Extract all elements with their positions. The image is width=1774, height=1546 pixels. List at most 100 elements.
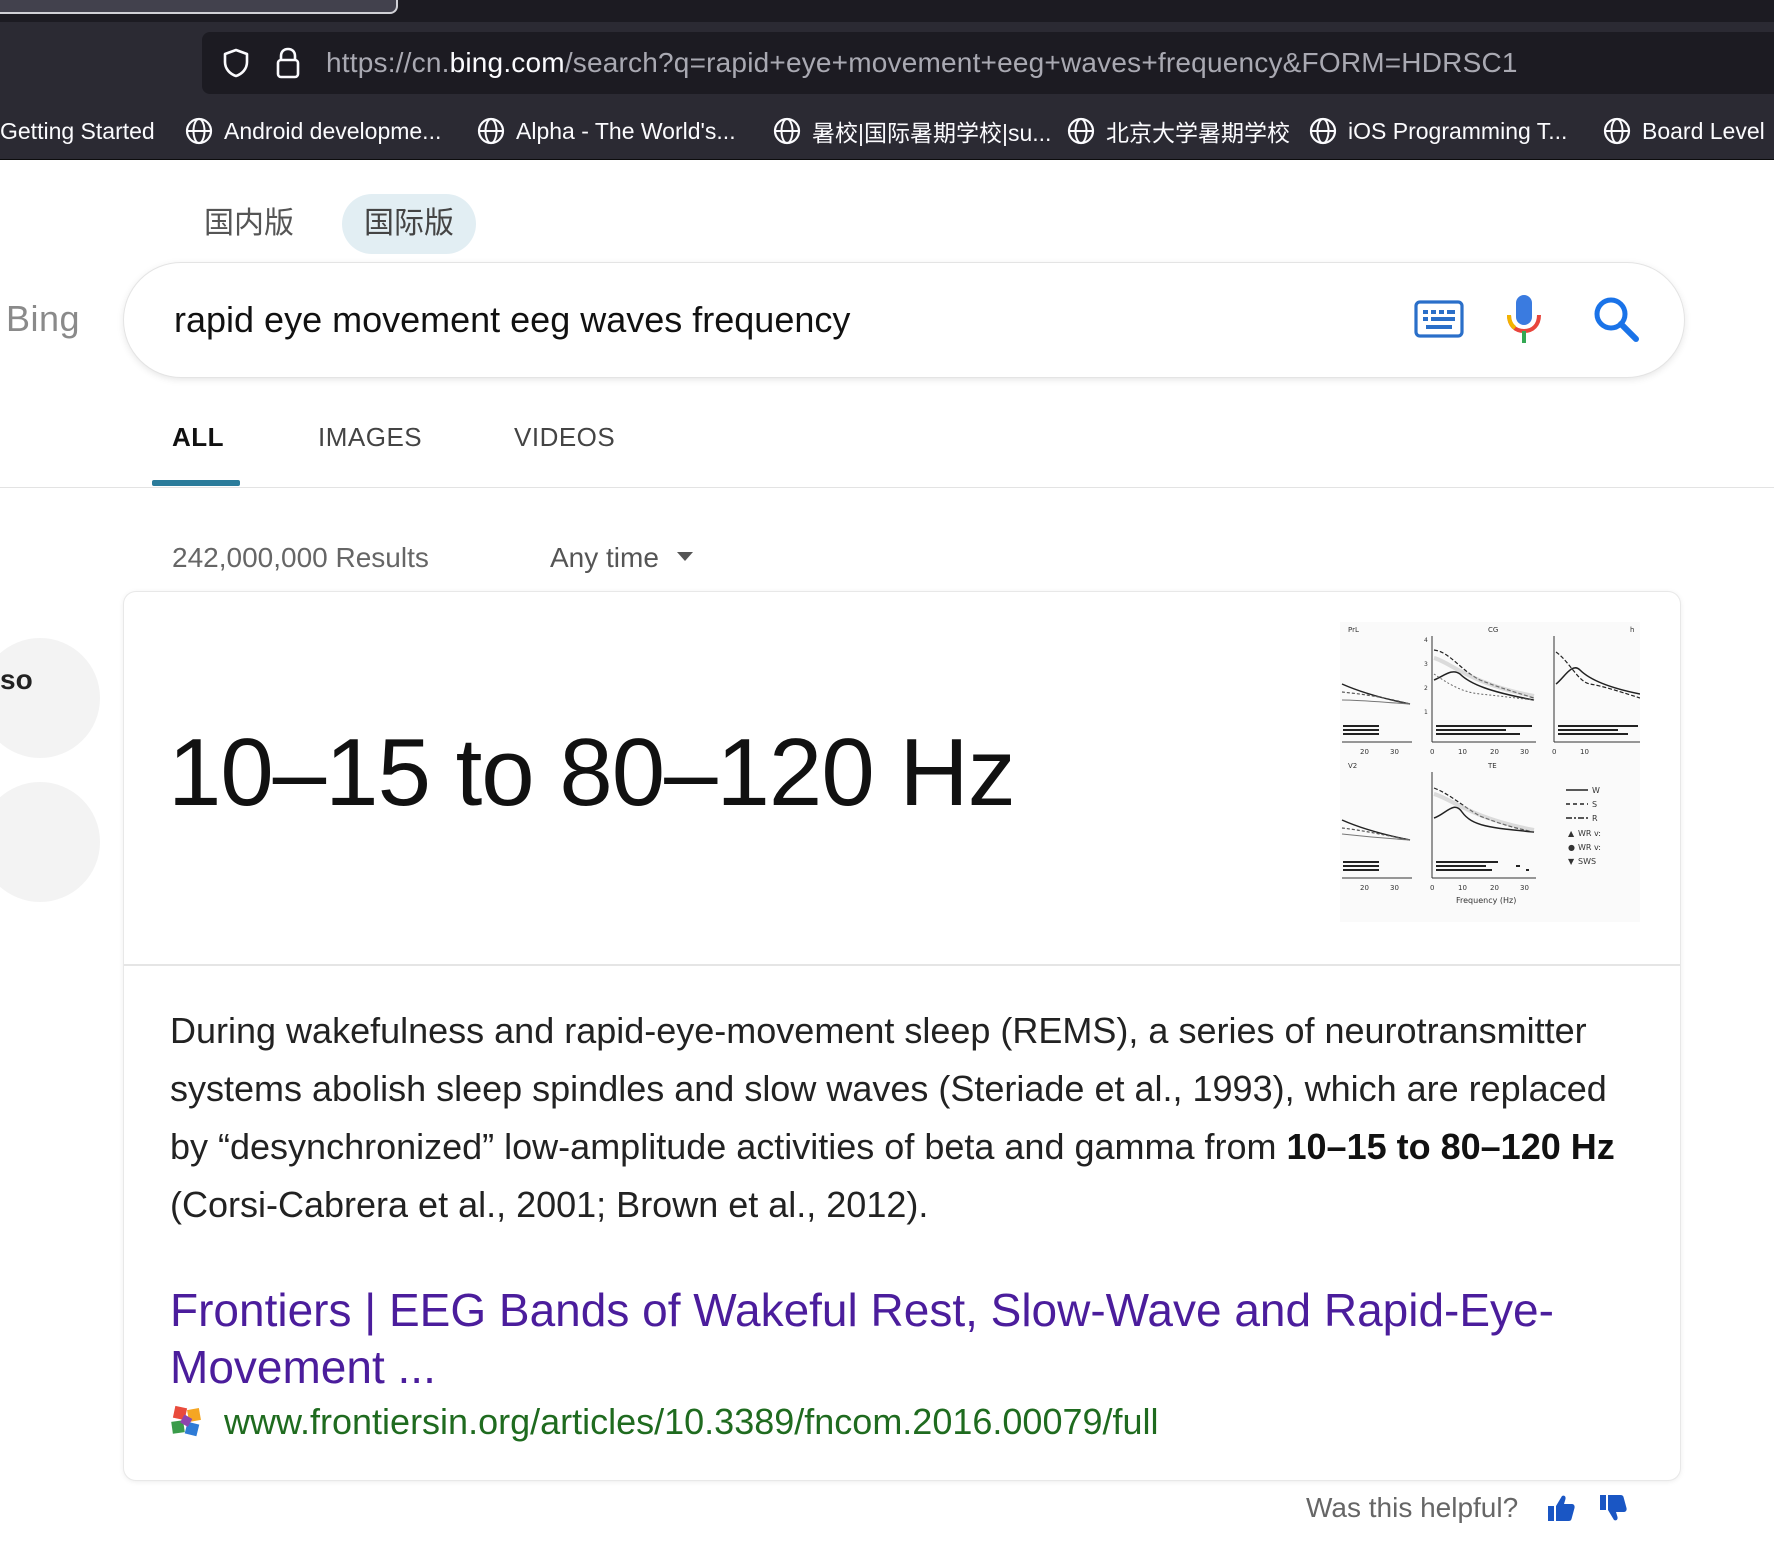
globe-icon [1067,117,1095,145]
search-icon[interactable] [1592,295,1640,343]
tick-label: 30 [1520,884,1529,892]
bookmark-board-level[interactable]: Board Level [1602,115,1765,147]
tick-label: 10 [1458,748,1467,756]
bookmark-pku-summer-school[interactable]: 北京大学暑期学校 [1066,115,1290,147]
bookmark-label: Board Level [1642,117,1765,144]
tick-label: 10 [1580,748,1589,756]
side-rail-label: so [0,664,33,695]
tick-label: 0 [1430,748,1434,756]
tracking-protection-shield-icon[interactable] [220,47,252,79]
url-bar[interactable]: https://cn.bing.com/search?q=rapid+eye+m… [202,32,1774,94]
bookmark-label: Getting Started [0,117,155,144]
legend-label: WR v: [1578,829,1601,838]
bookmark-label: Android developme... [224,117,442,144]
panel-title: CG [1488,626,1498,634]
time-filter-dropdown[interactable]: Any time [550,542,693,574]
tick-label: 3 [1424,661,1428,668]
url-text[interactable]: https://cn.bing.com/search?q=rapid+eye+m… [326,47,1518,79]
url-prefix: https://cn. [326,47,450,78]
answer-snippet: During wakefulness and rapid-eye-movemen… [170,1002,1650,1234]
browser-toolbar: https://cn.bing.com/search?q=rapid+eye+m… [0,22,1774,102]
feedback-label: Was this helpful? [1306,1492,1519,1523]
tick-label: 10 [1458,884,1467,892]
active-tab[interactable] [0,0,398,14]
answer-source[interactable]: www.frontiersin.org/articles/10.3389/fnc… [170,1400,1159,1444]
caret-down-icon [676,552,693,562]
tick-label: 0 [1552,748,1556,756]
tick-label: 4 [1424,637,1428,644]
feedback-bar: Was this helpful? [1306,1488,1650,1528]
bookmark-label: Alpha - The World's... [516,117,736,144]
tab-videos[interactable]: VIDEOS [514,422,615,453]
source-url: www.frontiersin.org/articles/10.3389/fnc… [224,1401,1159,1442]
frontiers-favicon-icon [171,1405,201,1437]
svg-text:▼: ▼ [1568,857,1575,866]
scope-tabs: ALL IMAGES VIDEOS [0,408,1774,488]
bookmark-android-developers[interactable]: Android developme... [184,115,441,147]
globe-icon [773,117,801,145]
time-filter-label: Any time [550,542,659,573]
legend-label: S [1592,800,1597,809]
browser-chrome: https://cn.bing.com/search?q=rapid+eye+m… [0,0,1774,160]
bookmark-getting-started[interactable]: Getting Started [0,115,155,147]
bookmark-alpha[interactable]: Alpha - The World's... [476,115,736,147]
answer-card: 10–15 to 80–120 Hz PrL CG h V2 TE 20 30 [124,592,1680,1480]
svg-text:▲: ▲ [1568,829,1575,838]
legend-label: R [1592,814,1598,823]
legend-label: W [1592,786,1600,795]
legend-label: WR v: [1578,843,1601,852]
bookmarks-toolbar: Getting Started Android developme... Alp… [0,102,1774,160]
panel-title: V2 [1348,762,1357,770]
globe-icon [1309,117,1337,145]
tick-label: 0 [1430,884,1434,892]
snippet-text: (Corsi-Cabrera et al., 2001; Brown et al… [170,1184,929,1225]
tick-label: 1 [1424,709,1428,716]
answer-header: 10–15 to 80–120 Hz PrL CG h V2 TE 20 30 [124,592,1680,966]
url-host: bing.com [449,47,565,78]
active-tab-indicator [152,480,240,486]
bookmark-summer-school[interactable]: 暑校|国际暑期学校|su... [772,115,1051,147]
bookmark-ios-programming[interactable]: iOS Programming T... [1308,115,1567,147]
thumbs-up-icon[interactable] [1546,1493,1576,1523]
bing-logo[interactable]: Bing [6,298,80,340]
tick-label: 30 [1390,884,1399,892]
panel-title: h [1630,626,1634,634]
legend-label: SWS [1578,857,1596,866]
panel-title: TE [1487,762,1497,770]
results-count: 242,000,000 Results [172,542,429,573]
globe-icon [185,117,213,145]
tick-label: 20 [1490,748,1499,756]
tab-strip [0,0,1774,22]
search-box[interactable]: rapid eye movement eeg waves frequency [124,263,1684,377]
lock-icon[interactable] [272,46,304,80]
panel-title: PrL [1348,626,1359,634]
side-rail-pill[interactable] [0,782,100,902]
bookmark-label: iOS Programming T... [1348,117,1568,144]
tick-label: 20 [1360,748,1369,756]
keyboard-icon[interactable] [1414,299,1464,339]
snippet-highlight: 10–15 to 80–120 Hz [1286,1126,1615,1167]
url-path: /search?q=rapid+eye+movement+eeg+waves+f… [564,47,1518,78]
market-tab-domestic[interactable]: 国内版 [182,194,316,254]
answer-value: 10–15 to 80–120 Hz [168,719,1016,826]
thumbs-down-icon[interactable] [1598,1493,1628,1523]
tick-label: 20 [1490,884,1499,892]
globe-icon [477,117,505,145]
globe-icon [1603,117,1631,145]
tick-label: 30 [1520,748,1529,756]
svg-text:●: ● [1568,843,1575,852]
answer-source-link[interactable]: Frontiers | EEG Bands of Wakeful Rest, S… [170,1282,1650,1396]
tick-label: 2 [1424,685,1428,692]
side-rail-pill[interactable] [0,638,100,758]
bookmark-label: 暑校|国际暑期学校|su... [812,120,1052,146]
search-input[interactable]: rapid eye movement eeg waves frequency [174,299,850,341]
tab-all[interactable]: ALL [172,422,224,453]
bookmark-label: 北京大学暑期学校 [1106,120,1290,146]
market-tab-international[interactable]: 国际版 [342,194,476,254]
answer-figure-thumbnail[interactable]: PrL CG h V2 TE 20 30 4 3 2 1 0 10 20 30 … [1340,622,1640,922]
tick-label: 30 [1390,748,1399,756]
tick-label: 20 [1360,884,1369,892]
figure-axis-label: Frequency (Hz) [1456,896,1516,905]
tab-images[interactable]: IMAGES [318,422,422,453]
microphone-icon[interactable] [1504,293,1544,347]
